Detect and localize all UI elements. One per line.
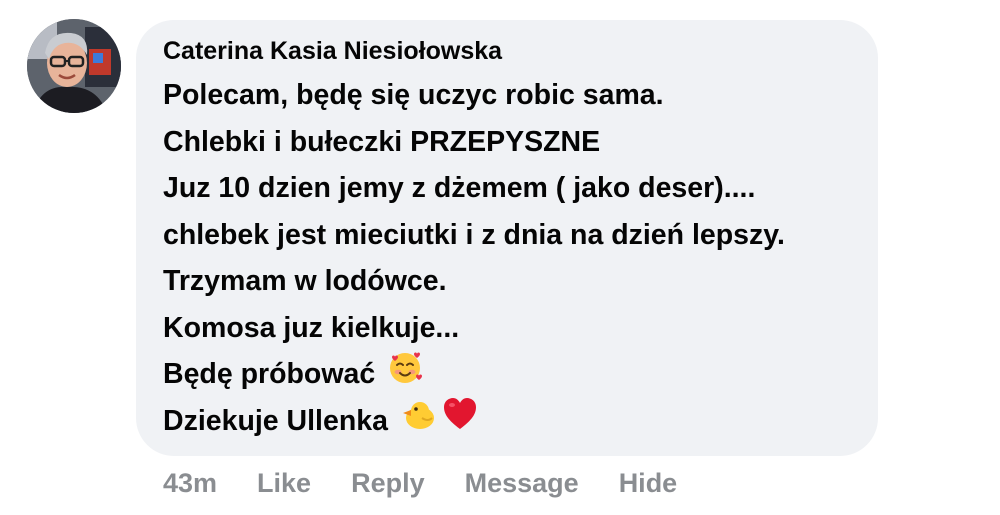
like-button[interactable]: Like xyxy=(257,468,311,499)
comment-line: Komosa juz kielkuje... xyxy=(163,311,460,344)
hide-button[interactable]: Hide xyxy=(619,468,678,499)
comment-author[interactable]: Caterina Kasia Niesiołowska xyxy=(163,37,502,66)
comment-line: Będę próbować xyxy=(163,351,785,398)
comment-line: Juz 10 dzien jemy z dżemem ( jako deser)… xyxy=(163,172,756,204)
comment-line: Chlebki i bułeczki PRZEPYSZNE xyxy=(163,125,601,158)
comment-line: chlebek jest mieciutki i z dnia na dzień… xyxy=(163,218,785,251)
comment: Caterina Kasia Niesiołowska Polecam, będ… xyxy=(0,0,1000,515)
comment-actions: 43m Like Reply Message Hide xyxy=(163,468,677,499)
red-heart-icon xyxy=(442,396,478,447)
profile-photo-icon xyxy=(27,19,121,113)
comment-line: Trzymam w lodówce. xyxy=(163,265,447,297)
comment-timestamp[interactable]: 43m xyxy=(163,468,217,499)
smiling-face-with-hearts-icon xyxy=(387,349,423,400)
baby-chick-icon xyxy=(400,396,436,447)
message-button[interactable]: Message xyxy=(465,468,579,499)
avatar[interactable] xyxy=(27,19,121,113)
comment-line: Polecam, będę się uczyc robic sama. xyxy=(163,79,664,111)
comment-body: Polecam, będę się uczyc robic sama. Chle… xyxy=(163,72,785,444)
comment-line: Dziekuje Ullenka xyxy=(163,396,785,447)
reply-button[interactable]: Reply xyxy=(351,468,425,499)
